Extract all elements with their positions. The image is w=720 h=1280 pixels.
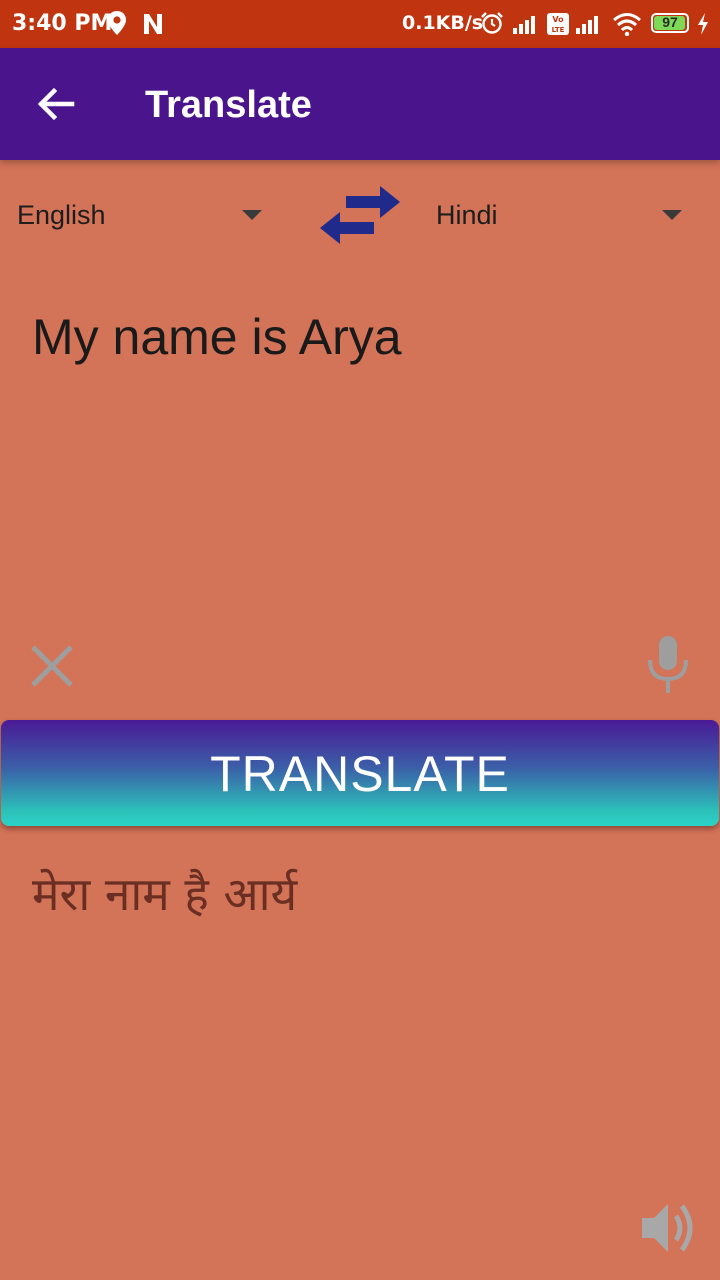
target-language-label: Hindi (436, 200, 498, 230)
speak-button[interactable] (636, 1196, 700, 1260)
source-language-select[interactable]: English (17, 188, 267, 244)
close-icon (31, 645, 73, 687)
battery-icon: 97 (651, 13, 689, 33)
translate-button[interactable]: TRANSLATE (1, 720, 719, 826)
battery-level: 97 (662, 14, 678, 30)
swap-arrows-icon (320, 186, 400, 244)
alarm-icon (480, 11, 504, 40)
status-time: 3:40 PM (12, 11, 113, 36)
page-title: Translate (145, 84, 312, 126)
notification-n-icon (141, 12, 165, 41)
svg-text:LTE: LTE (552, 26, 565, 34)
dropdown-arrow-icon (662, 210, 682, 220)
source-text-input[interactable]: My name is Arya (32, 308, 682, 366)
status-bar: 3:40 PM 0.1KB/s Vo LTE 97 (0, 0, 720, 48)
microphone-icon (648, 636, 688, 693)
target-language-select[interactable]: Hindi (436, 188, 686, 244)
signal-icon (512, 14, 540, 39)
speaker-icon (642, 1204, 693, 1252)
app-bar: Translate (0, 48, 720, 160)
signal-icon (575, 14, 603, 39)
swap-languages-button[interactable] (316, 180, 404, 250)
svg-text:Vo: Vo (552, 15, 564, 24)
back-button[interactable] (30, 78, 82, 130)
network-speed: 0.1KB/s (402, 12, 484, 34)
charging-icon (696, 12, 710, 41)
microphone-button[interactable] (640, 632, 696, 698)
arrow-back-icon (37, 87, 75, 121)
source-language-label: English (17, 200, 106, 230)
dropdown-arrow-icon (242, 210, 262, 220)
wifi-icon (612, 12, 642, 41)
clear-text-button[interactable] (26, 640, 78, 692)
translated-text-output: मेरा नाम है आर्य (32, 867, 298, 921)
location-icon (106, 10, 128, 41)
volte-icon: Vo LTE (546, 12, 570, 41)
